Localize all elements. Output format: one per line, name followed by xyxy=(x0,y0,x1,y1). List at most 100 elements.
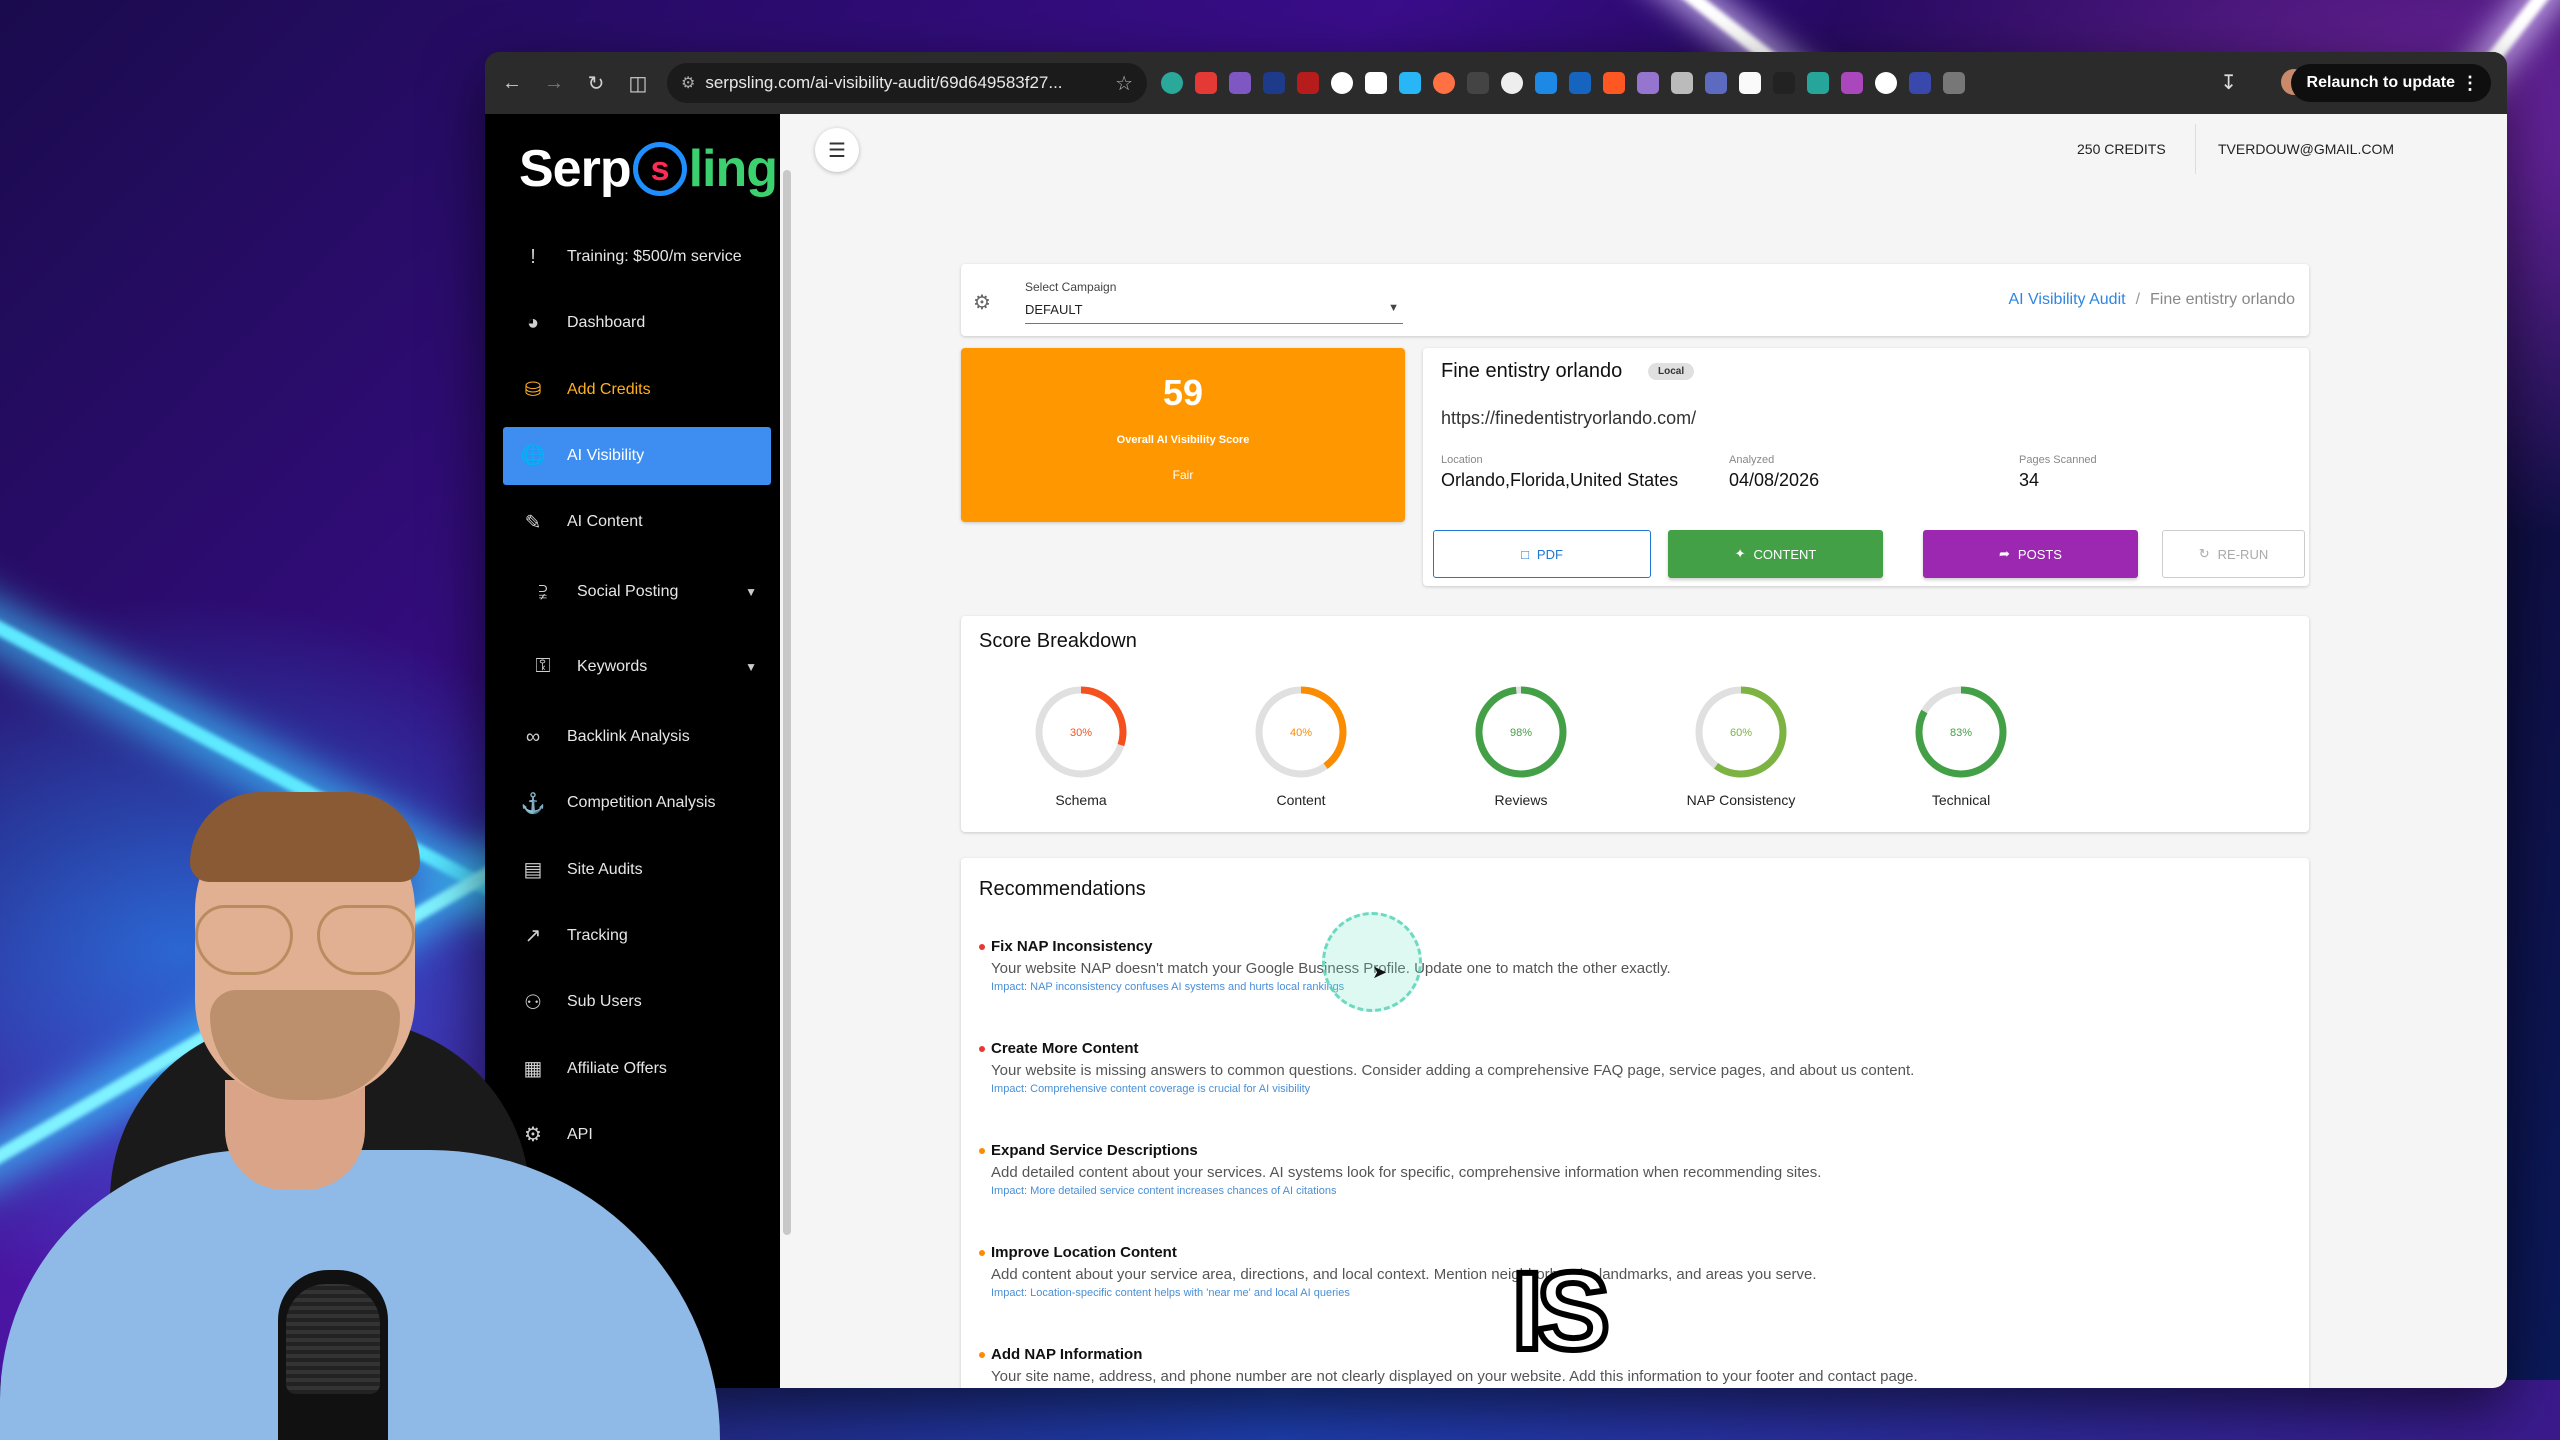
extension-icon[interactable] xyxy=(1263,72,1285,94)
extension-icon[interactable] xyxy=(1433,72,1455,94)
extension-icon[interactable] xyxy=(1569,72,1591,94)
back-icon[interactable]: ← xyxy=(497,68,527,98)
sidebar-item-add-credits[interactable]: ⛁ Add Credits xyxy=(503,361,771,419)
more-menu-icon[interactable]: ⋮ xyxy=(2461,73,2479,94)
extension-icon[interactable] xyxy=(1739,72,1761,94)
extension-icon[interactable] xyxy=(1705,72,1727,94)
sparkle-icon: ✦ xyxy=(1734,546,1746,561)
extension-icon[interactable] xyxy=(1297,72,1319,94)
recommendation-item: Improve Location Content Add content abou… xyxy=(979,1244,1816,1299)
sidebar-item-backlink-analysis[interactable]: ∞ Backlink Analysis xyxy=(503,708,771,766)
breadcrumb-current: Fine entistry orlando xyxy=(2150,291,2295,308)
microphone xyxy=(278,1270,388,1440)
extension-icon[interactable] xyxy=(1807,72,1829,94)
campaign-select-label: Select Campaign xyxy=(1025,280,1117,294)
score-breakdown-card: Score Breakdown 30% Schema 40% Content 98% Re… xyxy=(961,616,2309,832)
sidebar-item-ai-visibility[interactable]: 🌐 AI Visibility xyxy=(503,426,771,485)
sidebar-item-ai-content[interactable]: ✎ AI Content xyxy=(503,493,771,551)
reload-icon[interactable]: ↻ xyxy=(581,68,611,98)
extension-icon[interactable] xyxy=(1399,72,1421,94)
gear-icon: ⚙ xyxy=(524,1124,542,1147)
extension-icon[interactable] xyxy=(1467,72,1489,94)
serpsling-logo[interactable]: Serp s ling xyxy=(519,134,778,204)
sidebar-item-site-audits[interactable]: ▤ Site Audits xyxy=(503,841,771,899)
gauge-ring: 30% xyxy=(1035,686,1127,778)
user-email[interactable]: TVERDOUW@GMAIL.COM xyxy=(2218,141,2394,157)
campaign-select[interactable]: DEFAULT ▼ xyxy=(1025,300,1403,324)
extension-icon[interactable] xyxy=(1365,72,1387,94)
pages-scanned-meta: Pages Scanned 34 xyxy=(2019,454,2097,490)
sidebar-item-tracking[interactable]: ↗ Tracking xyxy=(503,907,771,965)
sidebar-item-social-posting[interactable]: ⫌ Social Posting ▼ xyxy=(503,559,771,625)
site-settings-icon[interactable]: ⚙ xyxy=(681,73,695,93)
extension-icon[interactable] xyxy=(1501,72,1523,94)
recommendations-card: Recommendations Fix NAP Inconsistency You… xyxy=(961,858,2309,1388)
recommendation-impact: Impact: Comprehensive content coverage i… xyxy=(991,1083,1311,1095)
extension-icon[interactable] xyxy=(1229,72,1251,94)
location-meta: Location Orlando,Florida,United States xyxy=(1441,454,1679,490)
globe-icon: 🌐 xyxy=(520,445,546,468)
site-type-badge: Local xyxy=(1648,363,1695,380)
pdf-button[interactable]: □ PDF xyxy=(1433,530,1651,578)
extension-icon[interactable] xyxy=(1331,72,1353,94)
recommendation-title: Add NAP Information xyxy=(991,1346,1143,1363)
breadcrumb: AI Visibility Audit / Fine entistry orland… xyxy=(2008,291,2295,308)
priority-dot xyxy=(979,1046,985,1052)
pencil-icon: ✎ xyxy=(524,511,542,534)
gears-icon: ⚙ xyxy=(973,292,991,314)
sidebar-item-api[interactable]: ⚙ API xyxy=(503,1106,771,1164)
extension-icon[interactable] xyxy=(1161,72,1183,94)
overall-score-label: Overall AI Visibility Score xyxy=(1116,434,1250,446)
rerun-button[interactable]: ↻ RE-RUN xyxy=(2162,530,2305,578)
bookmark-star-icon[interactable]: ☆ xyxy=(1115,71,1133,96)
gauge-ring: 60% xyxy=(1695,686,1787,778)
extension-icon[interactable] xyxy=(1773,72,1795,94)
recommendation-item: Add NAP Information Your site name, addre… xyxy=(979,1346,1918,1388)
posts-button[interactable]: ➦ POSTS xyxy=(1923,530,2138,578)
relaunch-button[interactable]: Relaunch to update ⋮ xyxy=(2290,64,2491,102)
sidebar-item-keywords[interactable]: ⚿ Keywords ▼ xyxy=(503,634,771,700)
extension-icon[interactable] xyxy=(1637,72,1659,94)
trophy-icon: ⚓ xyxy=(520,792,546,815)
sidebar-item-training[interactable]: ! Training: $500/m service xyxy=(503,228,771,286)
reading-mode-icon[interactable]: ◫ xyxy=(623,68,653,98)
sidebar-scrollbar[interactable] xyxy=(783,170,791,1235)
address-bar[interactable]: ⚙ serpsling.com/ai-visibility-audit/69d6… xyxy=(667,63,1147,103)
breadcrumb-parent-link[interactable]: AI Visibility Audit xyxy=(2008,291,2125,308)
priority-dot xyxy=(979,944,985,950)
content-button[interactable]: ✦ CONTENT xyxy=(1668,530,1883,578)
extension-icon[interactable] xyxy=(1841,72,1863,94)
extension-icon[interactable] xyxy=(1195,72,1217,94)
pdf-file-icon: □ xyxy=(1521,546,1529,562)
audit-actions: □ PDF ✦ CONTENT ➦ POSTS ↻ RE-RUN xyxy=(1433,530,2305,580)
overall-score-card: 59 Overall AI Visibility Score Fair xyxy=(961,348,1405,522)
extension-icon[interactable] xyxy=(1535,72,1557,94)
extension-icon[interactable] xyxy=(1909,72,1931,94)
extension-icon[interactable] xyxy=(1875,72,1897,94)
extension-icon[interactable] xyxy=(1671,72,1693,94)
forward-icon[interactable]: → xyxy=(539,68,569,98)
logo-target-icon: s xyxy=(632,142,687,196)
site-url[interactable]: https://finedentistryorlando.com/ xyxy=(1441,408,1696,429)
sidebar-nav: ! Training: $500/m service ◕ Dashboard ⛁… xyxy=(503,228,771,1172)
recommendation-item: Create More Content Your website is missi… xyxy=(979,1040,1914,1095)
priority-dot xyxy=(979,1352,985,1358)
sidebar-item-dashboard[interactable]: ◕ Dashboard xyxy=(503,294,771,352)
gauge-schema: 30% Schema xyxy=(981,682,1181,808)
extensions-puzzle-icon[interactable] xyxy=(1943,72,1965,94)
gauge-ring: 40% xyxy=(1255,686,1347,778)
sidebar-item-competition-analysis[interactable]: ⚓ Competition Analysis xyxy=(503,774,771,832)
menu-toggle-button[interactable]: ☰ xyxy=(815,128,859,172)
extension-icon[interactable] xyxy=(1603,72,1625,94)
download-icon[interactable]: ↧ xyxy=(2220,70,2237,95)
analyzed-meta: Analyzed 04/08/2026 xyxy=(1729,454,1820,490)
sidebar-item-sub-users[interactable]: ⚇ Sub Users xyxy=(503,973,771,1031)
sidebar-item-affiliate-offers[interactable]: ▦ Affiliate Offers xyxy=(503,1040,771,1098)
clipboard-icon: ▤ xyxy=(523,859,543,882)
gauge-label: NAP Consistency xyxy=(1686,792,1796,808)
gauge-percent: 60% xyxy=(1730,727,1752,739)
gauge-label: Content xyxy=(1276,792,1326,808)
refresh-icon: ↻ xyxy=(2198,546,2210,561)
users-icon: ⚇ xyxy=(524,991,542,1014)
share-arrow-icon: ➦ xyxy=(1999,546,2010,561)
